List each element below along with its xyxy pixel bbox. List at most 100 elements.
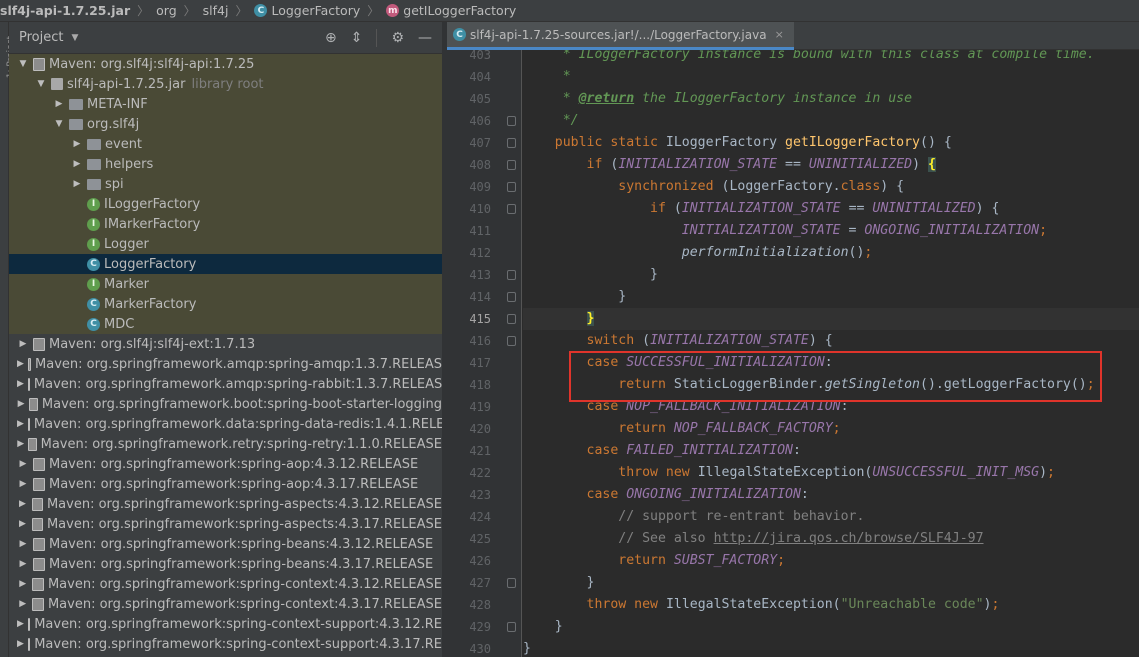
tree-node[interactable]: C LoggerFactory (9, 254, 442, 274)
tree-node[interactable]: I Logger (9, 234, 442, 254)
target-icon[interactable]: ⊕ (325, 30, 337, 46)
tree-node[interactable]: I ILoggerFactory (9, 194, 442, 214)
collapse-arrow-icon[interactable]: ▶ (17, 539, 29, 549)
fold-marker-icon[interactable] (507, 116, 516, 126)
breadcrumb-item-package[interactable]: org (156, 3, 177, 18)
collapse-arrow-icon[interactable]: ▶ (17, 559, 29, 569)
tree-node[interactable]: ▼ Maven: org.slf4j:slf4j-api:1.7.25 (9, 54, 442, 74)
close-icon[interactable]: × (775, 28, 784, 41)
fold-marker-icon[interactable] (507, 160, 516, 170)
hide-icon[interactable]: — (418, 30, 432, 46)
collapse-arrow-icon[interactable]: ▶ (53, 99, 65, 109)
tree-node[interactable]: I IMarkerFactory (9, 214, 442, 234)
collapse-arrow-icon[interactable]: ▶ (71, 179, 83, 189)
tree-node[interactable]: ▶ Maven: org.springframework:spring-conte… (9, 634, 442, 654)
collapse-arrow-icon[interactable]: ▶ (17, 479, 29, 489)
class-icon: C (87, 297, 100, 311)
breadcrumb-item-class[interactable]: C LoggerFactory (254, 3, 360, 18)
fold-marker-icon[interactable] (507, 336, 516, 346)
fold-marker-icon[interactable] (507, 204, 516, 214)
collapse-arrow-icon[interactable]: ▶ (71, 159, 83, 169)
tree-node[interactable]: ▶ Maven: org.springframework.boot:spring-… (9, 394, 442, 414)
collapse-arrow-icon[interactable]: ▶ (17, 419, 24, 429)
code-token: ; (991, 597, 1000, 612)
interface-icon: I (87, 217, 100, 231)
fold-marker-icon[interactable] (507, 182, 516, 192)
tree-node[interactable]: ▶ spi (9, 174, 442, 194)
breadcrumb-item-package[interactable]: slf4j (203, 3, 229, 18)
fold-marker-icon[interactable] (507, 578, 516, 588)
collapse-arrow-icon[interactable]: ▶ (17, 459, 29, 469)
code-line: case NOP_FALLBACK_INITIALIZATION: (523, 396, 1139, 418)
tree-node[interactable]: ▶ Maven: org.springframework:spring-conte… (9, 574, 442, 594)
collapse-arrow-icon[interactable]: ▶ (17, 519, 28, 529)
collapse-arrow-icon[interactable]: ▶ (17, 379, 24, 389)
expand-arrow-icon[interactable]: ▼ (35, 79, 47, 89)
fold-marker-icon[interactable] (507, 622, 516, 632)
tree-node[interactable]: ▶ Maven: org.slf4j:slf4j-ext:1.7.13 (9, 334, 442, 354)
tree-node[interactable]: ▶ Maven: org.springframework:spring-aop:4… (9, 454, 442, 474)
collapse-arrow-icon[interactable]: ▶ (17, 339, 29, 349)
line-number: 405 (469, 92, 491, 106)
tree-node[interactable]: ▶ helpers (9, 154, 442, 174)
tree-node[interactable]: ▶ Maven: org.springframework:spring-beans… (9, 554, 442, 574)
fold-marker-icon[interactable] (507, 138, 516, 148)
fold-marker-icon[interactable] (507, 314, 516, 324)
tree-node[interactable]: C MarkerFactory (9, 294, 442, 314)
code-line: // See also http://jira.qos.ch/browse/SL… (523, 528, 1139, 550)
collapse-icon[interactable]: ⇕ (351, 30, 363, 46)
tree-node[interactable]: C MDC (9, 314, 442, 334)
collapse-arrow-icon[interactable]: ▶ (17, 499, 28, 509)
code-token: ( (673, 201, 682, 216)
collapse-arrow-icon[interactable]: ▶ (17, 619, 24, 629)
breadcrumb-item-method[interactable]: m getILoggerFactory (386, 3, 516, 18)
tree-node[interactable]: ▶ META-INF (9, 94, 442, 114)
code-token: throw new (618, 465, 698, 480)
library-icon (33, 557, 45, 571)
tree-node[interactable]: ▶ Maven: org.springframework:spring-conte… (9, 614, 442, 634)
code-token: the ILoggerFactory instance in use (634, 91, 913, 106)
expand-arrow-icon[interactable]: ▼ (53, 119, 65, 129)
tree-node[interactable]: ▶ Maven: org.springframework.amqp:spring-… (9, 354, 442, 374)
collapse-arrow-icon[interactable]: ▶ (17, 599, 28, 609)
gear-icon[interactable]: ⚙ (391, 30, 404, 46)
fold-marker-icon[interactable] (507, 270, 516, 280)
tree-node[interactable]: ▼ slf4j-api-1.7.25.jar library root (9, 74, 442, 94)
tree-node[interactable]: ▶ Maven: org.springframework:spring-beans… (9, 534, 442, 554)
editor-tab-bar: C slf4j-api-1.7.25-sources.jar!/.../Logg… (447, 22, 1139, 50)
tree-node[interactable]: ▶ Maven: org.springframework.amqp:spring-… (9, 374, 442, 394)
library-icon (33, 457, 45, 471)
tree-node[interactable]: ▶ Maven: org.springframework:spring-conte… (9, 594, 442, 614)
tree-node[interactable]: I Marker (9, 274, 442, 294)
tab-label: slf4j-api-1.7.25-sources.jar!/.../Logger… (470, 27, 767, 42)
tree-node[interactable]: ▶ Maven: org.springframework.data:spring-… (9, 414, 442, 434)
expand-arrow-icon[interactable]: ▼ (17, 59, 29, 69)
collapse-arrow-icon[interactable]: ▶ (71, 139, 83, 149)
tree-node-label: Maven: org.springframework:spring-aspect… (46, 496, 442, 512)
code-link[interactable]: http://jira.qos.ch/browse/SLF4J-97 (714, 531, 984, 546)
breadcrumb-item-jar[interactable]: slf4j-api-1.7.25.jar (0, 3, 130, 18)
collapse-arrow-icon[interactable]: ▶ (17, 399, 25, 409)
tree-node[interactable]: ▶ Maven: org.springframework:spring-aspec… (9, 514, 442, 534)
collapse-arrow-icon[interactable]: ▶ (17, 639, 24, 649)
chevron-down-icon[interactable]: ▼ (71, 33, 78, 43)
tree-node[interactable]: ▶ Maven: org.springframework:spring-aspec… (9, 494, 442, 514)
tree-node-label: Maven: org.springframework.retry:spring-… (40, 436, 442, 452)
code-token: return (618, 377, 674, 392)
project-view-selector[interactable]: Project (19, 30, 63, 45)
collapse-arrow-icon[interactable]: ▶ (17, 579, 28, 589)
code-token: ; (777, 553, 786, 568)
editor-tab-loggerfactory[interactable]: C slf4j-api-1.7.25-sources.jar!/.../Logg… (447, 22, 794, 50)
tree-node[interactable]: ▶ event (9, 134, 442, 154)
class-icon: C (87, 317, 100, 331)
code-area[interactable]: * ILoggerFactory instance is bound with … (523, 50, 1139, 657)
tree-node[interactable]: ▼ org.slf4j (9, 114, 442, 134)
fold-marker-icon[interactable] (507, 292, 516, 302)
tree-node-label: Marker (104, 276, 149, 292)
collapse-arrow-icon[interactable]: ▶ (17, 439, 24, 449)
tree-node[interactable]: ▶ Maven: org.springframework.retry:spring… (9, 434, 442, 454)
tree-node[interactable]: ▶ Maven: org.springframework:spring-aop:4… (9, 474, 442, 494)
collapse-arrow-icon[interactable]: ▶ (17, 359, 24, 369)
line-number: 413 (469, 268, 491, 282)
